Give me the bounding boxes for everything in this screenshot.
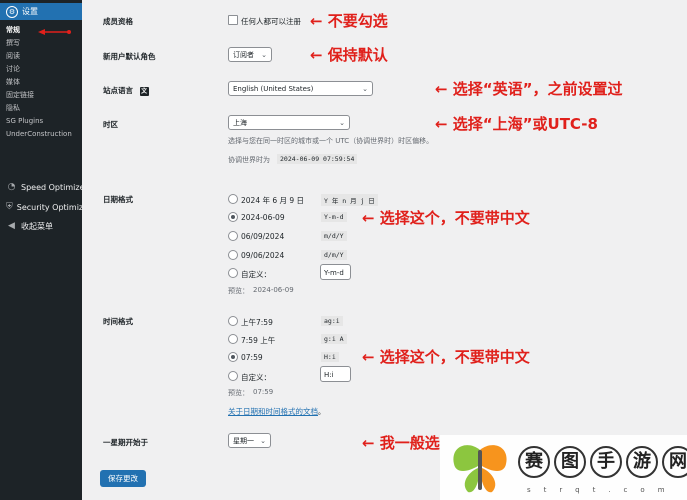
save-button[interactable]: 保存更改 [100, 470, 146, 487]
date-format-option-code: m/d/Y [321, 231, 347, 241]
date-format-custom-label: 自定义： [241, 270, 271, 279]
time-format-option-code: H:i [321, 352, 339, 362]
annotation-choose-shanghai: ← 选择“上海”或UTC-8 [435, 115, 598, 133]
date-format-radio-1[interactable] [228, 194, 238, 204]
date-format-option-text: 09/06/2024 [241, 251, 285, 260]
admin-sidebar: ⚙ 设置 常规 撰写 阅读 讨论 媒体 固定链接 隐私 SG Plugins U… [0, 0, 91, 500]
chevron-down-icon: ⌄ [362, 85, 368, 93]
watermark-characters: 赛 图 手 游 网 [518, 446, 687, 478]
time-format-radio-custom[interactable] [228, 371, 238, 381]
time-format-custom-label: 自定义： [241, 373, 271, 382]
date-format-custom-input[interactable]: Y-m-d [320, 264, 351, 280]
default-role-value: 订阅者 [233, 51, 254, 59]
annotation-week-start: ← 我一般选 [362, 434, 440, 452]
week-start-select[interactable]: 星期一 ⌄ [228, 433, 271, 448]
watermark-char: 游 [626, 446, 658, 478]
time-format-option-code: g:i A [321, 334, 347, 344]
site-language-label-text: 站点语言 [103, 86, 133, 95]
settings-menu-header[interactable]: ⚙ 设置 [0, 3, 82, 20]
sidebar-item-privacy[interactable]: 隐私 [0, 102, 82, 115]
timezone-label: 时区 [103, 120, 118, 129]
time-format-option-code: ag:i [321, 316, 343, 326]
date-format-radio-custom[interactable] [228, 268, 238, 278]
time-format-radio-2[interactable] [228, 334, 238, 344]
date-format-option-text: 06/09/2024 [241, 232, 285, 241]
date-preview-value: 2024-06-09 [253, 286, 294, 294]
sidebar-item-writing[interactable]: 撰写 [0, 37, 82, 50]
watermark-char: 赛 [518, 446, 550, 478]
sidebar-collapse-menu[interactable]: ◀ 收起菜单 [0, 221, 90, 232]
butterfly-logo-icon [453, 445, 507, 493]
utc-value: 2024-06-09 07:59:54 [277, 154, 358, 164]
menu-label: Security Optimizer [16, 203, 92, 212]
default-role-select[interactable]: 订阅者 ⌄ [228, 47, 272, 62]
timezone-value: 上海 [233, 119, 247, 127]
annotation-dont-check: ← 不要勾选 [310, 12, 388, 30]
time-format-radio-1[interactable] [228, 316, 238, 326]
default-role-label: 新用户默认角色 [103, 52, 156, 61]
translation-icon: 文 [139, 87, 149, 96]
settings-menu-label: 设置 [22, 7, 38, 16]
date-format-radio-3[interactable] [228, 231, 238, 241]
time-format-label: 时间格式 [103, 317, 133, 326]
shield-icon: ⛨ [6, 202, 13, 212]
watermark-char: 网 [662, 446, 687, 478]
membership-checkbox[interactable] [228, 15, 238, 25]
site-language-value: English (United States) [233, 85, 314, 93]
annotation-time-format: ← 选择这个，不要带中文 [362, 348, 530, 366]
watermark-char: 手 [590, 446, 622, 478]
chevron-down-icon: ⌄ [260, 437, 266, 445]
date-time-doc: 关于日期和时间格式的文档。 [228, 406, 325, 417]
membership-label: 成员资格 [103, 17, 133, 26]
timezone-help: 选择与您在同一时区的城市或一个 UTC（协调世界时）时区偏移。 [228, 137, 434, 145]
time-format-option-text: 07:59 [241, 353, 263, 362]
membership-checkbox-label: 任何人都可以注册 [241, 17, 301, 26]
date-time-doc-suffix: 。 [318, 408, 325, 416]
settings-submenu: 常规 撰写 阅读 讨论 媒体 固定链接 隐私 SG Plugins UnderC… [0, 24, 82, 141]
menu-label: 收起菜单 [21, 222, 53, 231]
chevron-down-icon: ⌄ [261, 51, 267, 59]
week-start-label: 一星期开始于 [103, 438, 148, 447]
time-format-option-text: 上午7:59 [241, 318, 273, 327]
date-format-option-code: Y 年 n 月 j 日 [321, 194, 378, 206]
sidebar-item-permalinks[interactable]: 固定链接 [0, 89, 82, 102]
arrow-icon [38, 29, 71, 35]
chevron-down-icon: ⌄ [339, 119, 345, 127]
site-language-label: 站点语言 文 [103, 85, 149, 96]
sidebar-item-media[interactable]: 媒体 [0, 76, 82, 89]
watermark-char: 图 [554, 446, 586, 478]
sidebar-item-sg-plugins[interactable]: SG Plugins [0, 115, 82, 128]
collapse-icon: ◀ [8, 221, 15, 231]
date-format-radio-4[interactable] [228, 250, 238, 260]
site-language-select[interactable]: English (United States) ⌄ [228, 81, 373, 96]
sidebar-item-underconstruction[interactable]: UnderConstruction [0, 128, 82, 141]
menu-label: Speed Optimizer [21, 183, 88, 192]
date-format-label: 日期格式 [103, 195, 133, 204]
week-start-value: 星期一 [233, 437, 254, 445]
annotation-choose-english: ← 选择“英语”，之前设置过 [435, 80, 623, 98]
date-format-option-text: 2024 年 6 月 9 日 [241, 196, 305, 205]
time-preview-value: 07:59 [253, 388, 274, 396]
sidebar-item-discussion[interactable]: 讨论 [0, 63, 82, 76]
date-format-option-code: d/m/Y [321, 250, 347, 260]
annotation-keep-default: ← 保持默认 [310, 46, 388, 64]
time-preview-label: 预览： [228, 389, 249, 397]
gauge-icon: ◔ [7, 182, 16, 192]
time-format-radio-3[interactable] [228, 352, 238, 362]
sidebar-item-reading[interactable]: 阅读 [0, 50, 82, 63]
date-preview-label: 预览： [228, 287, 249, 295]
time-format-custom-input[interactable]: H:i [320, 366, 351, 382]
date-format-radio-2[interactable] [228, 212, 238, 222]
date-time-doc-link[interactable]: 关于日期和时间格式的文档 [228, 407, 318, 416]
sidebar-menu-security-optimizer[interactable]: ⛨ Security Optimizer [0, 202, 92, 213]
date-format-option-text: 2024-06-09 [241, 213, 285, 222]
watermark-domain: strqt.com [527, 486, 678, 494]
timezone-select[interactable]: 上海 ⌄ [228, 115, 350, 130]
sidebar-menu-speed-optimizer[interactable]: ◔ Speed Optimizer [0, 182, 90, 193]
time-format-option-text: 7:59 上午 [241, 336, 276, 345]
annotation-date-format: ← 选择这个，不要带中文 [362, 209, 530, 227]
date-format-option-code: Y-m-d [321, 212, 347, 222]
utc-label: 协调世界时为 [228, 156, 270, 164]
settings-icon: ⚙ [6, 5, 18, 18]
